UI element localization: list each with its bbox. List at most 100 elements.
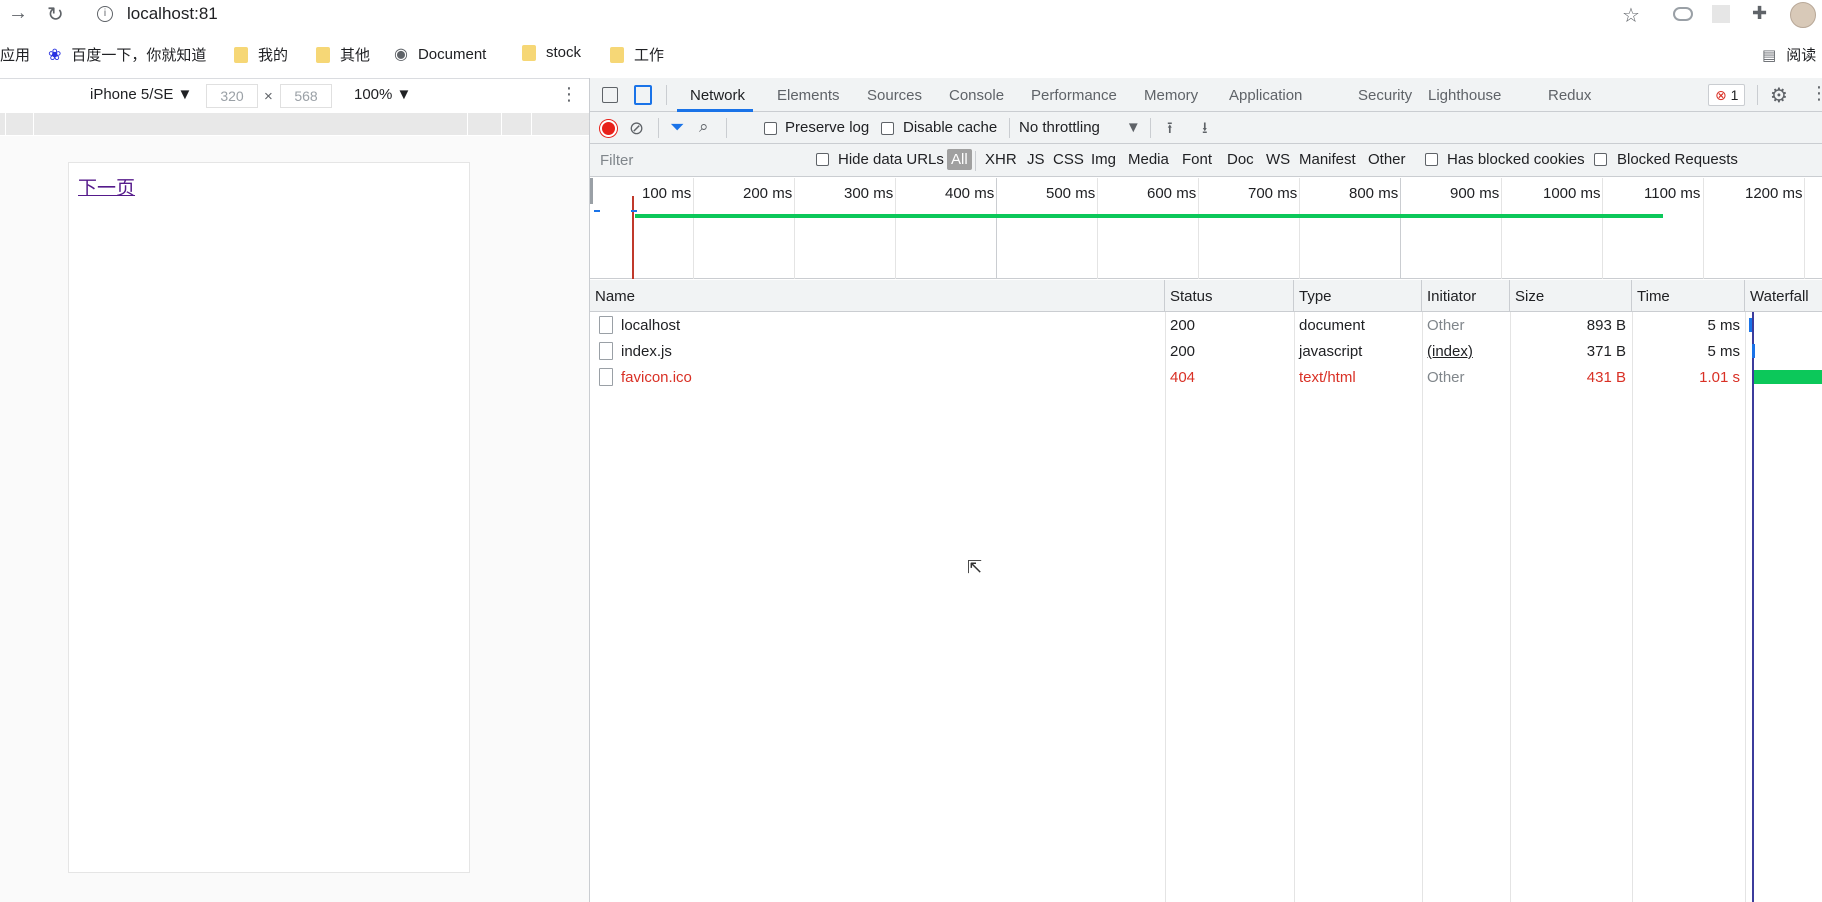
bookmark-folder-stock[interactable]: stock [522,44,581,61]
filter-type-js[interactable]: JS [1027,151,1045,168]
network-filter-bar: Filter Hide data URLs All XHR JS CSS Img… [590,144,1822,177]
clear-icon[interactable]: ⊘ [629,118,644,139]
puzzle-icon[interactable]: ✚ [1752,3,1767,24]
viewport-height-input[interactable]: 568 [280,84,332,108]
filter-type-img[interactable]: Img [1091,151,1116,168]
blocked-requests-checkbox[interactable] [1594,153,1607,166]
network-overview-timeline[interactable]: 100 ms 200 ms 300 ms 400 ms 500 ms 600 m… [590,178,1822,279]
request-time: 5 ms [1707,343,1740,360]
tab-console[interactable]: Console [949,87,1004,104]
column-header-size[interactable]: Size [1510,280,1632,312]
filter-type-other[interactable]: Other [1368,151,1406,168]
extension-icon[interactable] [1712,5,1730,23]
devtools-panel: Network Elements Sources Console Perform… [589,78,1822,902]
request-size: 893 B [1586,317,1626,334]
bookmark-folder-mine[interactable]: 我的 [234,44,288,65]
export-har-icon[interactable]: ⭳ [1202,117,1208,144]
waterfall-bar [1752,344,1755,358]
tab-performance[interactable]: Performance [1031,87,1117,104]
tab-application[interactable]: Application [1229,87,1302,104]
globe-icon: ◉ [394,46,408,63]
timeline-left-handle[interactable] [590,178,593,204]
record-button[interactable] [600,120,617,137]
site-info-icon[interactable]: i [97,6,113,22]
bookmark-folder-other[interactable]: 其他 [316,44,370,65]
column-header-waterfall[interactable]: Waterfall [1745,280,1822,312]
tab-redux[interactable]: Redux [1548,87,1591,104]
ruler-segment[interactable] [34,113,468,135]
import-har-icon[interactable]: ⭱ [1167,117,1173,144]
bookmark-apps[interactable]: 应用 [0,44,30,65]
filter-type-media[interactable]: Media [1128,151,1169,168]
has-blocked-cookies-label: Has blocked cookies [1447,151,1585,168]
timeline-label: 1100 ms [1644,185,1701,202]
table-row[interactable]: index.js 200 javascript (index) 371 B 5 … [590,338,1822,364]
filter-type-manifest[interactable]: Manifest [1299,151,1356,168]
column-header-status[interactable]: Status [1165,280,1294,312]
preserve-log-checkbox[interactable] [764,122,777,135]
column-header-name[interactable]: Name [590,280,1165,312]
filter-type-ws[interactable]: WS [1266,151,1290,168]
timeline-request-bar [635,214,1663,218]
media-query-bar[interactable] [0,113,589,135]
tab-lighthouse[interactable]: Lighthouse [1428,87,1501,104]
filter-type-all[interactable]: All [947,149,972,170]
request-name: favicon.ico [621,369,692,386]
device-toggle-icon[interactable] [634,85,652,105]
inspect-element-icon[interactable] [602,87,618,103]
table-row[interactable]: favicon.ico 404 text/html Other 431 B 1.… [590,364,1822,390]
column-header-type[interactable]: Type [1294,280,1422,312]
filter-type-doc[interactable]: Doc [1227,151,1254,168]
timeline-label: 800 ms [1349,185,1399,202]
next-page-link[interactable]: 下一页 [78,173,135,200]
filter-icon[interactable]: ⏷ [670,117,684,138]
address-bar[interactable]: localhost:81 [127,4,218,24]
table-row[interactable]: localhost 200 document Other 893 B 5 ms [590,312,1822,338]
throttling-select[interactable]: No throttling ▼ [1019,119,1141,136]
tab-security[interactable]: Security [1358,87,1412,104]
extension-icon[interactable] [1673,7,1693,21]
request-initiator-link[interactable]: (index) [1427,343,1473,360]
filter-type-font[interactable]: Font [1182,151,1212,168]
column-header-time[interactable]: Time [1632,280,1745,312]
reading-list[interactable]: ▤ 阅读 [1762,44,1816,65]
request-size: 431 B [1586,369,1626,386]
ruler-segment[interactable] [502,113,532,135]
timeline-label: 600 ms [1147,185,1197,202]
forward-icon[interactable]: → [8,2,28,25]
reload-icon[interactable]: ↻ [47,2,64,27]
bookmark-star-icon[interactable]: ☆ [1622,3,1640,28]
disable-cache-checkbox[interactable] [881,122,894,135]
column-header-initiator[interactable]: Initiator [1422,280,1510,312]
ruler-segment[interactable] [6,113,34,135]
hide-data-urls-checkbox[interactable] [816,153,829,166]
filter-type-css[interactable]: CSS [1053,151,1084,168]
tab-memory[interactable]: Memory [1144,87,1198,104]
request-type: document [1299,317,1365,334]
bookmark-baidu[interactable]: ❀ 百度一下，你就知道 [48,44,206,65]
tab-elements[interactable]: Elements [777,87,840,104]
folder-icon [522,44,536,61]
filter-input[interactable]: Filter [600,152,633,169]
more-menu-icon[interactable]: ⋮ [1810,83,1822,104]
ruler-segment[interactable] [468,113,502,135]
tab-sources[interactable]: Sources [867,87,922,104]
bookmark-folder-work[interactable]: 工作 [610,44,664,65]
timeline-label: 900 ms [1450,185,1500,202]
filter-type-xhr[interactable]: XHR [985,151,1017,168]
device-select[interactable]: iPhone 5/SE ▼ [90,86,192,103]
error-count-badge[interactable]: ⊗ 1 [1708,84,1746,106]
viewport-width-input[interactable]: 320 [206,84,258,108]
mouse-cursor-icon: ⇱ [967,557,983,577]
timeline-label: 100 ms [642,185,692,202]
tab-network[interactable]: Network [690,87,745,104]
settings-gear-icon[interactable]: ⚙ [1770,83,1788,108]
more-options-icon[interactable]: ⋮ [560,84,578,105]
timeline-label: 400 ms [945,185,995,202]
bookmark-document[interactable]: ◉ Document [394,44,486,64]
avatar[interactable] [1790,2,1816,28]
zoom-select[interactable]: 100% ▼ [354,86,411,103]
has-blocked-cookies-checkbox[interactable] [1425,153,1438,166]
request-name: localhost [621,317,681,334]
search-icon[interactable]: ⌕ [699,117,709,137]
